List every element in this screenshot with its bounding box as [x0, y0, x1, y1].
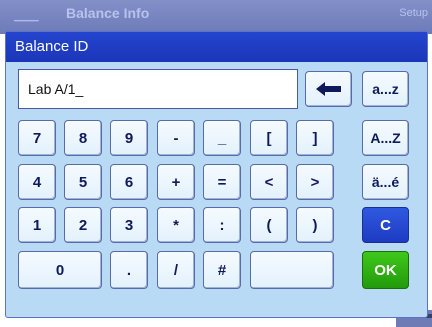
backspace-button[interactable] [305, 71, 352, 107]
ok-button[interactable]: OK [362, 251, 409, 289]
background-title-bar: ▁▁▁▁ Balance Info Setup [0, 0, 432, 34]
balance-info-icon: ▁▁▁▁ [14, 12, 39, 22]
key-open-paren[interactable]: ( [250, 207, 288, 243]
key-slash[interactable]: / [157, 251, 195, 289]
key-3[interactable]: 3 [110, 207, 148, 243]
key-less-than[interactable]: < [250, 164, 288, 200]
key-greater-than[interactable]: > [296, 164, 334, 200]
key-equals[interactable]: = [203, 164, 241, 200]
dialog-title: Balance ID [6, 32, 427, 62]
key-close-bracket[interactable]: ] [296, 120, 334, 156]
key-0[interactable]: 0 [18, 251, 102, 289]
backspace-arrow-icon [315, 82, 342, 96]
key-8[interactable]: 8 [64, 120, 102, 156]
key-plus[interactable]: + [157, 164, 195, 200]
accented-keyboard-button[interactable]: ä...é [362, 164, 409, 200]
key-close-paren[interactable]: ) [296, 207, 334, 243]
key-5[interactable]: 5 [64, 164, 102, 200]
key-space[interactable] [250, 251, 334, 289]
background-title: Balance Info [66, 5, 150, 21]
lowercase-keyboard-button[interactable]: a...z [362, 71, 409, 107]
key-asterisk[interactable]: * [157, 207, 195, 243]
setup-button: Setup [399, 7, 428, 19]
key-colon[interactable]: : [203, 207, 241, 243]
key-minus[interactable]: - [157, 120, 195, 156]
clear-button[interactable]: C [362, 207, 409, 243]
key-open-bracket[interactable]: [ [250, 120, 288, 156]
key-9[interactable]: 9 [110, 120, 148, 156]
key-period[interactable]: . [110, 251, 148, 289]
balance-id-input[interactable]: Lab A/1_ [18, 69, 298, 109]
key-2[interactable]: 2 [64, 207, 102, 243]
key-4[interactable]: 4 [18, 164, 56, 200]
balance-screen: ▁▁▁▁ Balance Info Setup Balance ID Lab A… [0, 0, 432, 327]
uppercase-keyboard-button[interactable]: A...Z [362, 120, 409, 156]
key-hash[interactable]: # [203, 251, 241, 289]
key-6[interactable]: 6 [110, 164, 148, 200]
key-7[interactable]: 7 [18, 120, 56, 156]
key-1[interactable]: 1 [18, 207, 56, 243]
key-underscore[interactable]: _ [203, 120, 241, 156]
